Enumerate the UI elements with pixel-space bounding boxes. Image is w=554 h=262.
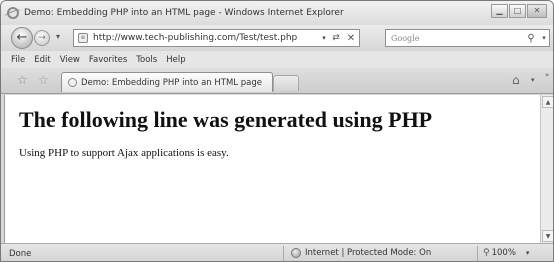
search-input[interactable]: Google <box>391 34 523 43</box>
menu-tools[interactable]: Tools <box>136 55 157 65</box>
zoom-icon: ⚲ <box>483 248 490 258</box>
globe-icon <box>291 248 301 258</box>
scroll-down-icon[interactable]: ▼ <box>542 230 553 242</box>
close-button[interactable]: ✕ <box>527 4 547 18</box>
menu-favorites[interactable]: Favorites <box>89 55 127 65</box>
favorites-star-icon[interactable]: ☆ <box>17 73 28 87</box>
security-zone[interactable]: Internet | Protected Mode: On <box>291 248 431 258</box>
new-tab-button[interactable] <box>273 75 299 91</box>
status-bar: Done Internet | Protected Mode: On ⚲ 100… <box>1 243 553 261</box>
zoom-dropdown-icon[interactable]: ▾ <box>526 249 530 257</box>
stop-icon[interactable]: ✕ <box>343 33 359 44</box>
more-tools-chevron-icon[interactable]: » <box>545 71 549 79</box>
status-text: Done <box>9 249 32 259</box>
zoom-control[interactable]: ⚲ 100% ▾ <box>483 248 529 258</box>
tab-label: Demo: Embedding PHP into an HTML page <box>81 77 262 88</box>
minimize-button[interactable]: ▁ <box>491 4 508 18</box>
status-divider <box>477 246 478 261</box>
tab-bar: ☆ ☆ Demo: Embedding PHP into an HTML pag… <box>1 68 553 94</box>
menu-bar: File Edit View Favorites Tools Help <box>1 51 553 68</box>
zoom-level: 100% <box>491 248 516 258</box>
page-content: The following line was generated using P… <box>4 95 540 243</box>
search-dropdown-icon[interactable]: ▾ <box>539 34 549 42</box>
window-title: Demo: Embedding PHP into an HTML page - … <box>24 8 344 18</box>
menu-file[interactable]: File <box>11 55 25 65</box>
maximize-button[interactable]: □ <box>509 4 526 18</box>
navigation-bar: ← → ▾ e http://www.tech-publishing.com/T… <box>1 25 553 51</box>
menu-view[interactable]: View <box>60 55 80 65</box>
home-icon[interactable]: ⌂ <box>512 73 520 87</box>
vertical-scrollbar[interactable]: ▲ ▼ <box>540 95 553 243</box>
address-dropdown-icon[interactable]: ▾ <box>319 34 329 42</box>
menu-edit[interactable]: Edit <box>34 55 50 65</box>
add-favorites-icon[interactable]: ☆ <box>38 73 49 87</box>
page-heading: The following line was generated using P… <box>19 107 433 132</box>
title-bar: Demo: Embedding PHP into an HTML page - … <box>1 1 553 25</box>
refresh-icon[interactable]: ⇄ <box>329 33 343 43</box>
back-button[interactable]: ← <box>11 27 33 49</box>
ie-logo-icon <box>7 7 19 19</box>
forward-button[interactable]: → <box>34 30 50 46</box>
address-bar[interactable]: e http://www.tech-publishing.com/Test/te… <box>73 29 360 47</box>
browser-window: Demo: Embedding PHP into an HTML page - … <box>0 0 554 262</box>
page-icon: e <box>78 33 88 43</box>
tab-active[interactable]: Demo: Embedding PHP into an HTML page <box>61 72 273 92</box>
tab-page-icon <box>68 78 77 87</box>
page-text: Using PHP to support Ajax applications i… <box>19 147 229 159</box>
scroll-up-icon[interactable]: ▲ <box>542 96 553 108</box>
menu-help[interactable]: Help <box>166 55 185 65</box>
window-controls: ▁ □ ✕ <box>490 4 547 18</box>
status-divider <box>283 246 284 261</box>
address-url[interactable]: http://www.tech-publishing.com/Test/test… <box>93 33 319 43</box>
search-icon[interactable]: ⚲ <box>523 33 539 44</box>
security-zone-label: Internet | Protected Mode: On <box>305 248 432 258</box>
home-dropdown-icon[interactable]: ▾ <box>531 76 535 84</box>
recent-pages-dropdown-icon[interactable]: ▾ <box>56 32 60 41</box>
search-box[interactable]: Google ⚲ ▾ <box>385 29 550 47</box>
